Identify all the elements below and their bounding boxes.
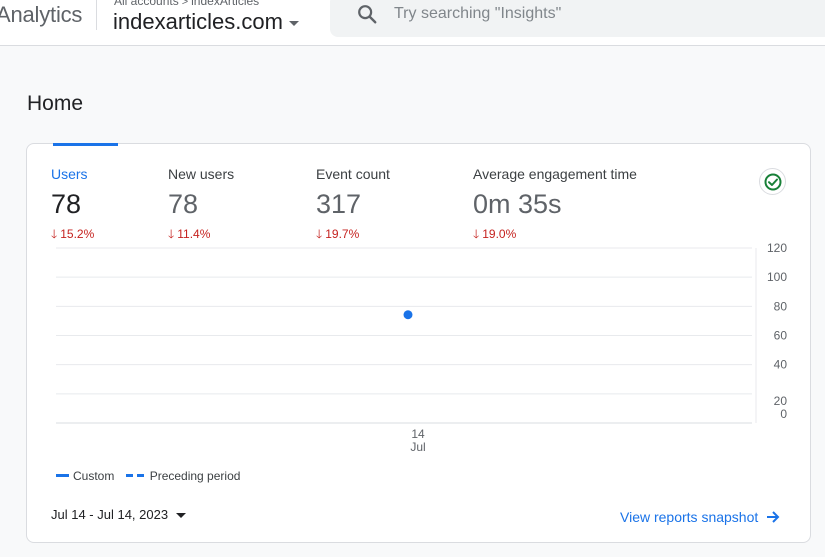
legend-item-preceding-period: Preceding period — [125, 468, 241, 483]
y-tick-label: 100 — [767, 270, 787, 284]
date-range-label: Jul 14 - Jul 14, 2023 — [51, 507, 169, 522]
arrow-right-icon — [767, 511, 780, 523]
legend-item-custom: Custom — [56, 469, 114, 483]
chart-legend: Custom Preceding period — [56, 466, 248, 483]
date-range-selector[interactable]: Jul 14 - Jul 14, 2023 — [51, 507, 187, 522]
legend-label: Preceding period — [149, 468, 241, 483]
view-reports-snapshot-link[interactable]: View reports snapshot — [620, 509, 780, 525]
x-tick-label-day: 14 — [411, 427, 425, 441]
legend-swatch-dashed — [125, 474, 144, 477]
y-tick-label: 120 — [767, 241, 787, 255]
y-tick-label: 40 — [774, 358, 788, 372]
legend-label: Custom — [73, 468, 115, 483]
data-point-custom[interactable] — [403, 310, 413, 320]
legend-swatch-solid — [56, 474, 69, 477]
y-tick-label: 80 — [774, 299, 788, 313]
snapshot-link-label: View reports snapshot — [620, 509, 759, 525]
y-tick-label: 20 — [774, 394, 788, 408]
y-tick-label: 60 — [774, 329, 788, 343]
caret-down-icon — [176, 513, 187, 519]
y-tick-label: 0 — [780, 407, 787, 421]
x-tick-label-month: Jul — [410, 440, 425, 454]
